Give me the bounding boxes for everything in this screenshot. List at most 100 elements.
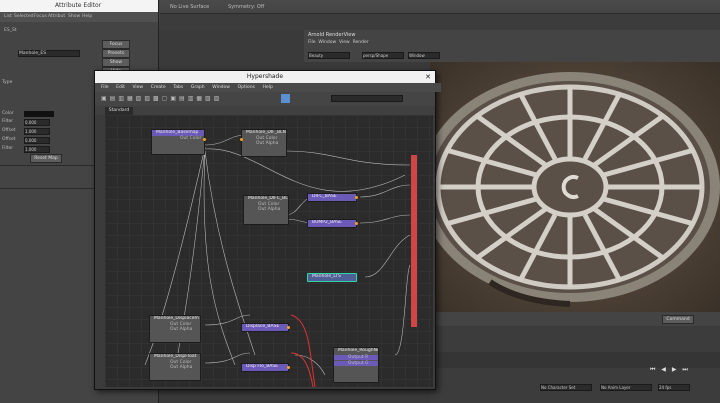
graph-node-basemap[interactable]: Manhole_Basemap Out Color [151, 129, 206, 155]
character-set-dropdown[interactable]: No Character Set [540, 384, 592, 391]
node-port-label: Output G [334, 361, 378, 366]
attr-value-field[interactable]: 1.000 [24, 146, 50, 153]
hypershade-window: Hypershade ✕ File Edit View Create Tabs … [94, 70, 441, 390]
reset-map-button[interactable]: Reset Map [30, 154, 62, 163]
camera-dropdown[interactable]: persp/Shape [362, 52, 404, 59]
node-graph[interactable]: Manhole_Basemap Out Color Manhole_DIF_BL… [105, 115, 433, 387]
graph-tool-icons[interactable]: ▣▤▥▦▧▨▩▢▣▤▥▦▧▨ [101, 95, 281, 103]
output-port-icon[interactable] [355, 196, 358, 199]
output-port-icon[interactable] [355, 222, 358, 225]
command-line[interactable]: Command [430, 312, 720, 326]
graph-node-dispflo-base[interactable]: Disp Flo_BASE [241, 363, 290, 372]
node-port-label: Out Alpha [258, 207, 281, 212]
search-field[interactable] [331, 95, 403, 102]
menu-edit[interactable]: Edit [116, 85, 125, 90]
menu-window[interactable]: Window [318, 40, 336, 45]
node-title: Displace_BASE [246, 324, 280, 329]
timeline-panel: Command ⏮ ◀ ▶ ⏭ No Character Set No Anim… [430, 312, 720, 403]
attr-label: Filter [2, 119, 14, 124]
menu-create[interactable]: Create [151, 85, 166, 90]
node-port-label: Out Alpha [170, 365, 193, 370]
menu-list[interactable]: List [4, 14, 12, 19]
hypershade-tabbar: Standard [95, 106, 435, 115]
menu-view[interactable]: View [339, 40, 350, 45]
node-title: Manhole_LTS [312, 274, 341, 279]
graph-node-bump-base[interactable]: BUMP2_BASE [307, 219, 358, 228]
menu-attributes[interactable]: Attribut [48, 14, 65, 19]
hypershade-title: Hypershade [246, 73, 284, 80]
attr-value-field[interactable]: 0.000 [24, 137, 50, 144]
node-title: Disp Flo_BASE [246, 364, 279, 369]
shelf-bar [160, 13, 720, 31]
manhole-render-image [430, 62, 720, 312]
symmetry-label[interactable]: Symmetry: Off [228, 4, 264, 10]
fps-dropdown[interactable]: 24 fps [658, 384, 690, 391]
anim-layer-dropdown[interactable]: No Anim Layer [600, 384, 652, 391]
output-port-icon[interactable] [287, 326, 290, 329]
attribute-editor-menubar: List Selected Focus Attribut Show Help [0, 12, 158, 22]
graph-sidebar [95, 115, 105, 387]
attr-label: Type [2, 80, 13, 85]
attr-label: Offset [2, 137, 16, 142]
menu-help[interactable]: Help [82, 14, 92, 19]
graph-node-difc-bln[interactable]: Manhole_DIFC_BLN Out Color Out Alpha [243, 195, 289, 225]
graph-node-manhole-lts[interactable]: Manhole_LTS [307, 273, 357, 282]
menu-file[interactable]: File [101, 85, 109, 90]
menu-help[interactable]: Help [263, 85, 273, 90]
playback-controls[interactable]: ⏮ ◀ ▶ ⏭ [650, 366, 720, 378]
node-port-label: Out Alpha [256, 141, 279, 146]
node-title: BUMP2_BASE [312, 220, 342, 225]
graph-node-dif-bln[interactable]: Manhole_DIF_BLN Out Color Out Alpha [240, 129, 287, 157]
attr-label: Offset [2, 128, 16, 133]
node-port-label: Out Color [180, 136, 202, 141]
render-view-panel: Arnold RenderView File Window View Rende… [304, 30, 720, 62]
live-surface-label[interactable]: No Live Surface [170, 4, 209, 10]
menu-options[interactable]: Options [238, 85, 255, 90]
output-port-icon[interactable] [203, 138, 206, 141]
attr-value-field[interactable]: 1.000 [24, 128, 50, 135]
node-name-field[interactable]: Manhole_ES [18, 50, 80, 57]
hypershade-titlebar[interactable]: Hypershade ✕ [95, 71, 435, 83]
graph-node-dispfloat[interactable]: Manhole_DispFloat Out Color Out Alpha [149, 353, 201, 381]
attr-value-field[interactable]: 0.000 [24, 119, 50, 126]
node-tab[interactable]: ES_St [4, 28, 17, 33]
render-view-menus[interactable]: File Window View Render [308, 40, 369, 45]
menu-selected[interactable]: Selected [14, 14, 34, 19]
menu-graph[interactable]: Graph [191, 85, 205, 90]
hypershade-menubar: File Edit View Create Tabs Graph Window … [95, 83, 441, 92]
command-button[interactable]: Command [662, 315, 694, 324]
graph-node-displace-base[interactable]: Displace_BASE [241, 323, 290, 332]
node-title: DIFC_BASE [312, 194, 337, 199]
menu-render[interactable]: Render [353, 40, 369, 45]
window-dropdown[interactable]: Window [408, 52, 440, 59]
graph-node-difc-base[interactable]: DIFC_BASE [307, 193, 358, 202]
menu-show[interactable]: Show [68, 14, 80, 19]
render-view-title: Arnold RenderView [308, 32, 356, 38]
render-viewport[interactable] [430, 62, 720, 312]
menu-focus[interactable]: Focus [34, 14, 47, 19]
attr-label: Filter [2, 146, 14, 151]
color-swatch[interactable] [24, 111, 54, 117]
attribute-editor-titlebar[interactable]: Attribute Editor [0, 0, 158, 12]
menu-file[interactable]: File [308, 40, 316, 45]
attr-label: Color [2, 111, 14, 116]
graph-node-displacement[interactable]: Manhole_Displacem Out Color Out Alpha [149, 315, 201, 343]
graph-node-roughness[interactable]: Manhole_RoughNess Output R Output G [333, 347, 379, 383]
output-port-icon[interactable] [287, 366, 290, 369]
attribute-editor-title: Attribute Editor [55, 2, 102, 9]
menu-window[interactable]: Window [212, 85, 230, 90]
input-port-icon[interactable] [240, 138, 243, 141]
aov-dropdown[interactable]: Beauty [308, 52, 350, 59]
menu-tabs[interactable]: Tabs [173, 85, 183, 90]
focus-button[interactable]: Focus [102, 40, 130, 49]
close-icon[interactable]: ✕ [425, 71, 431, 83]
graph-mode-icon[interactable] [281, 94, 290, 103]
node-port-label: Output R [334, 355, 378, 360]
hypershade-toolbar: ▣▤▥▦▧▨▩▢▣▤▥▦▧▨ [95, 92, 435, 107]
menu-view[interactable]: View [132, 85, 143, 90]
node-port-label: Out Alpha [170, 327, 193, 332]
presets-button[interactable]: Presets [102, 49, 130, 58]
tab-standard[interactable]: Standard [105, 107, 133, 115]
node-title: Manhole_RoughNess [338, 348, 378, 353]
show-button[interactable]: Show [102, 58, 130, 67]
